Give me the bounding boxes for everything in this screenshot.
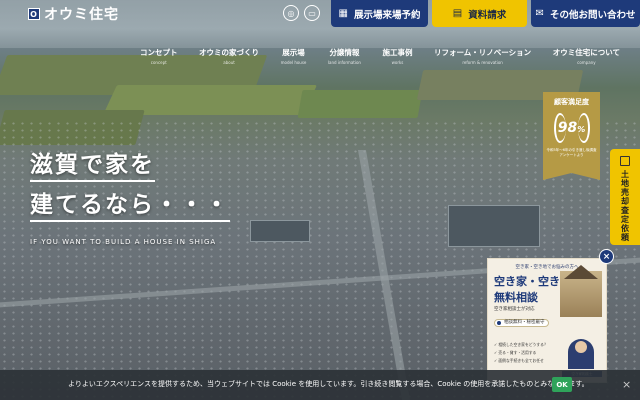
other-inquiry-label: その他お問い合わせ <box>549 9 636 21</box>
banner-list-item: ✓ 面倒な手続きも全てお任せ <box>494 358 544 363</box>
nav-item-reform[interactable]: リフォーム・リノベーション reform & renovation <box>434 47 531 65</box>
cookie-ok-button[interactable]: OK <box>552 377 572 392</box>
cookie-consent-bar: よりよいエクスペリエンスを提供するため、当ウェブサイトでは Cookie を使用… <box>0 370 640 400</box>
nav-label: 展示場 <box>282 48 305 57</box>
vacant-house-consultation-banner[interactable]: 空き家・空き地でお悩みの方へ 空き家・空き地 無料相談 空き家相談士が対応 相談… <box>487 258 607 383</box>
land-appraisal-tab[interactable]: 土地売却査定依頼 <box>610 149 640 245</box>
nav-label: オウミの家づくり <box>199 48 260 57</box>
banner-header: 空き家・空き地でお悩みの方へ <box>515 265 579 270</box>
nav-item-model-house[interactable]: 展示場 model house <box>281 47 307 65</box>
nav-sublabel: works <box>391 60 404 65</box>
hero-headline: 滋賀で家を 建てるなら・・・ <box>30 150 230 222</box>
nav-item-land[interactable]: 分譲情報 land information <box>328 47 361 65</box>
badge-note: 令和5年〜6年の引き渡し後調査アンケートより <box>546 148 597 157</box>
nav-label: コンセプト <box>140 48 178 57</box>
nav-label: 施工事例 <box>382 48 413 57</box>
nav-item-works[interactable]: 施工事例 works <box>382 47 412 65</box>
cookie-message: よりよいエクスペリエンスを提供するため、当ウェブサイトでは Cookie を使用… <box>68 380 589 388</box>
nav-sublabel: company <box>577 60 596 65</box>
banner-title-2: 無料相談 <box>494 291 538 304</box>
nav-sublabel: concept <box>150 60 167 65</box>
headline-line-2: 建てるなら・・・ <box>30 190 230 222</box>
request-materials-label: 資料請求 <box>468 9 507 21</box>
nav-sublabel: reform & renovation <box>462 60 503 65</box>
banner-list-item: ✓ 相続した空き家をどうする？ <box>494 342 548 347</box>
badge-title: 顧客満足度 <box>554 98 589 106</box>
other-inquiry-button[interactable]: ✉ その他お問い合わせ <box>531 0 640 27</box>
consultant-photo <box>568 339 594 369</box>
building-roof <box>448 205 540 247</box>
document-icon <box>620 156 630 166</box>
banner-sub: 空き家相談士が対応 <box>494 307 535 312</box>
farm-field <box>297 90 423 118</box>
nav-item-about[interactable]: オウミの家づくり about <box>199 47 259 65</box>
nav-item-concept[interactable]: コンセプト concept <box>140 47 178 65</box>
banner-chip: 相談無料・秘密厳守 <box>494 319 549 327</box>
line-icon[interactable]: ▭ <box>304 5 320 21</box>
land-appraisal-label: 土地売却査定依頼 <box>620 170 630 242</box>
logo-text: オウミ住宅 <box>44 7 119 23</box>
building-roof <box>250 220 310 242</box>
hero-tagline: IF YOU WANT TO BUILD A HOUSE IN SHIGA <box>30 238 217 246</box>
cookie-close-icon[interactable]: × <box>622 378 631 391</box>
request-materials-button[interactable]: ▤ 資料請求 <box>432 0 527 27</box>
reserve-showroom-label: 展示場来場予約 <box>353 9 421 21</box>
nav-label: リフォーム・リノベーション <box>434 48 532 57</box>
laurel-wreath-icon: 98% <box>552 111 592 145</box>
main-nav: コンセプト concept オウミの家づくり about 展示場 model hous… <box>140 47 620 65</box>
nav-label: オウミ住宅について <box>552 48 620 57</box>
site-logo[interactable]: O オウミ住宅 <box>28 5 119 23</box>
nav-sublabel: model house <box>280 60 307 65</box>
reserve-showroom-button[interactable]: ▦ 展示場来場予約 <box>331 0 428 27</box>
nav-label: 分譲情報 <box>329 48 360 57</box>
banner-list: ✓ 相続した空き家をどうする？ ✓ 売る・貸す・活用する ✓ 面倒な手続きも全て… <box>494 341 548 365</box>
satisfaction-badge: 顧客満足度 98% 令和5年〜6年の引き渡し後調査アンケートより <box>543 92 600 180</box>
mail-icon: ✉ <box>535 8 544 19</box>
nav-item-company[interactable]: オウミ住宅について company <box>553 47 620 65</box>
headline-line-1: 滋賀で家を <box>30 150 155 182</box>
calendar-icon: ▦ <box>338 8 348 19</box>
close-icon[interactable]: × <box>599 249 614 264</box>
instagram-icon[interactable]: ◎ <box>283 5 299 21</box>
banner-list-item: ✓ 売る・貸す・活用する <box>494 350 537 355</box>
nav-sublabel: about <box>223 60 235 65</box>
nav-sublabel: land information <box>327 60 361 65</box>
house-photo <box>560 271 602 317</box>
logo-mark-icon: O <box>28 8 40 20</box>
document-icon: ▤ <box>452 8 463 19</box>
